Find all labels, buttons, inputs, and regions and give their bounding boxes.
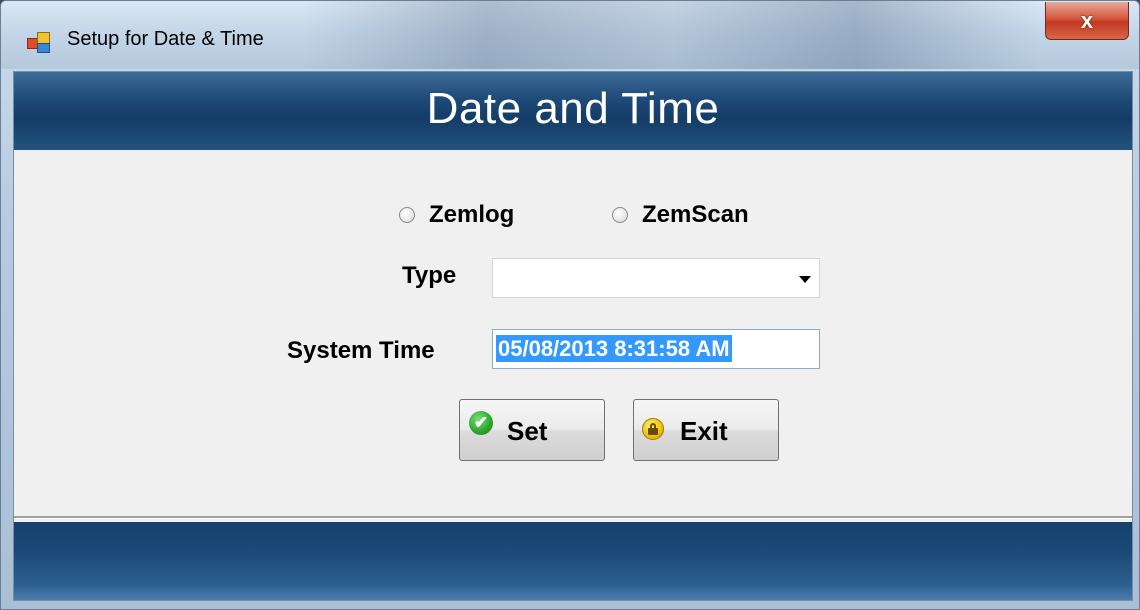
exit-button-label: Exit xyxy=(680,416,728,446)
check-icon: ✔ xyxy=(469,411,493,435)
dialog-window: Setup for Date & Time x Date and Time Ze… xyxy=(0,0,1140,610)
radio-zemlog-label[interactable]: Zemlog xyxy=(429,201,514,229)
header-banner: Date and Time xyxy=(14,72,1132,150)
app-icon[interactable] xyxy=(27,32,50,53)
title-bar[interactable]: Setup for Date & Time x xyxy=(1,1,1139,69)
system-time-value[interactable]: 05/08/2013 8:31:58 AM xyxy=(496,335,732,362)
window-title: Setup for Date & Time xyxy=(67,28,264,50)
footer-banner xyxy=(14,522,1132,600)
type-label: Type xyxy=(402,262,457,289)
radio-button-icon[interactable] xyxy=(399,207,415,223)
radio-zemscan-label[interactable]: ZemScan xyxy=(642,201,749,229)
system-time-label: System Time xyxy=(287,337,435,364)
radio-zemscan[interactable]: ZemScan xyxy=(612,200,749,230)
system-time-field[interactable]: 05/08/2013 8:31:58 AM xyxy=(492,329,820,369)
type-dropdown[interactable] xyxy=(492,258,820,298)
set-button[interactable]: ✔ Set xyxy=(459,399,605,461)
close-icon: x xyxy=(1080,7,1094,33)
radio-button-icon[interactable] xyxy=(612,207,628,223)
close-button[interactable]: x xyxy=(1045,2,1129,40)
page-title: Date and Time xyxy=(426,84,720,133)
radio-zemlog[interactable]: Zemlog xyxy=(399,200,514,230)
divider xyxy=(14,516,1132,519)
dialog-client-area: Date and Time Zemlog ZemScan Type System… xyxy=(13,71,1133,601)
set-button-label: Set xyxy=(507,416,548,446)
lock-icon xyxy=(642,418,664,440)
exit-button[interactable]: Exit xyxy=(633,399,779,461)
chevron-down-icon[interactable] xyxy=(799,276,811,283)
